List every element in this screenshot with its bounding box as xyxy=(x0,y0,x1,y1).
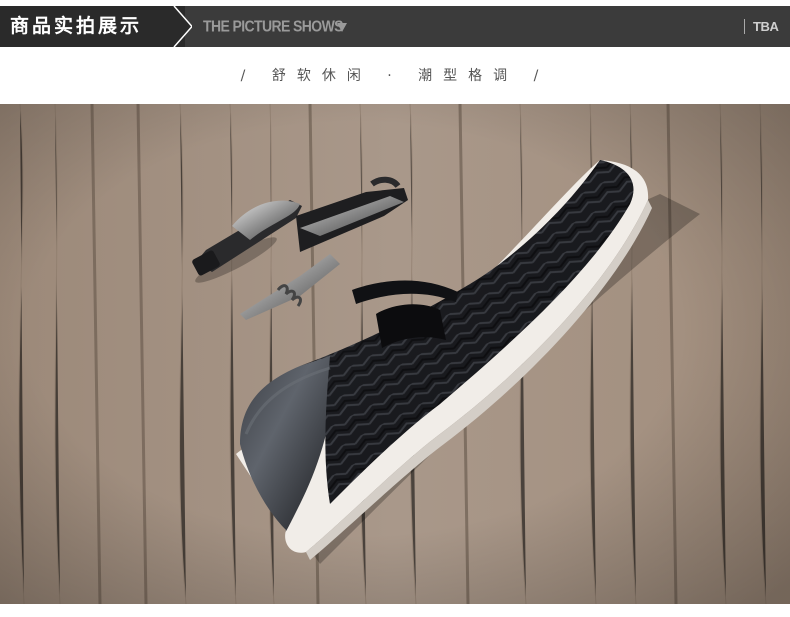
section-subtitle: THE PICTURE SHOWS xyxy=(203,16,344,36)
chevron-down-icon xyxy=(337,23,347,32)
tagline: / 舒软休闲 · 潮型格调 / xyxy=(240,68,550,84)
product-photo xyxy=(0,104,790,604)
header-bar: 商品实拍展示 THE PICTURE SHOWS TBA xyxy=(0,6,790,47)
brand-label: TBA xyxy=(753,19,779,34)
tab-arrow-icon xyxy=(152,6,192,47)
section-title: 商品实拍展示 xyxy=(10,15,143,37)
divider xyxy=(744,19,745,34)
